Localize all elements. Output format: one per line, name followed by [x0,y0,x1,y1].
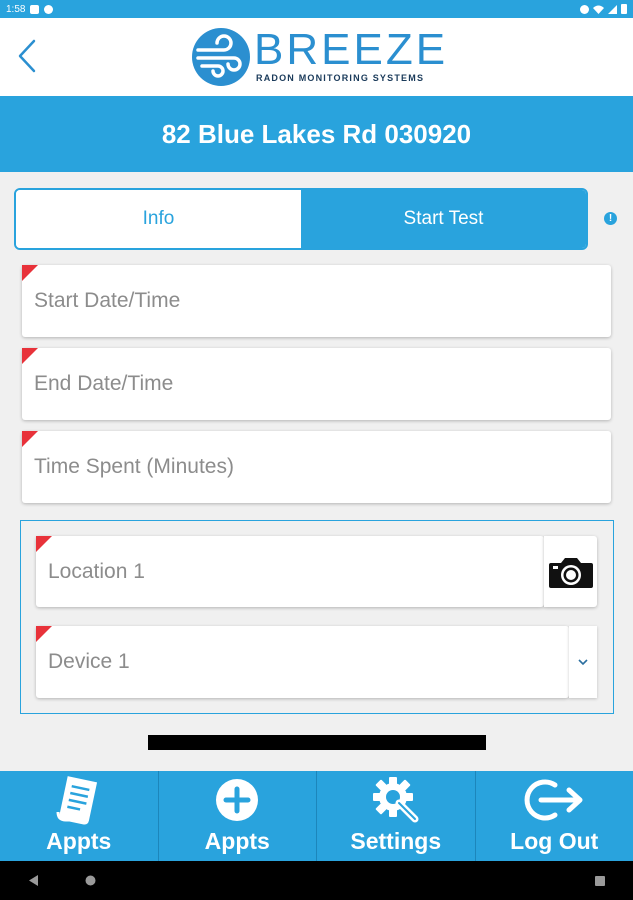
device-field[interactable]: Device 1 [36,626,569,698]
device-placeholder: Device 1 [48,650,130,673]
logout-icon [524,779,583,821]
wifi-icon [593,5,604,14]
end-datetime-placeholder: End Date/Time [34,372,174,395]
notification-icon [30,4,40,14]
tab-info[interactable]: Info [16,190,301,248]
location-icon [580,4,589,14]
nav-appts-list-label: Appts [46,828,112,854]
wind-logo-icon [192,28,250,86]
chevron-down-icon [578,658,588,665]
status-time: 1:58 [6,3,26,15]
home-circle-icon [85,875,95,886]
system-recents-button[interactable] [580,861,620,900]
breeze-logo: BREEZE RADON MONITORING SYSTEMS [190,26,450,88]
start-datetime-placeholder: Start Date/Time [34,289,181,312]
location-placeholder: Location 1 [48,559,145,583]
nav-appts-add[interactable]: Appts [159,771,317,861]
battery-icon [621,4,627,14]
time-spent-field[interactable]: Time Spent (Minutes) [22,431,611,503]
system-nav-bar [0,861,633,900]
nav-appts-add-label: Appts [204,828,270,854]
system-back-button[interactable] [14,861,54,900]
bottom-nav: Appts Appts Settings Log Out [0,771,633,861]
nav-logout[interactable]: Log Out [476,771,633,861]
recents-square-icon [595,875,605,886]
start-datetime-field[interactable]: Start Date/Time [22,265,611,337]
document-list-icon [56,776,97,825]
location-field[interactable]: Location 1 [36,536,544,607]
logo-wordmark: BREEZE [254,25,449,74]
title-bar: 82 Blue Lakes Rd 030920 [0,96,633,172]
time-spent-placeholder: Time Spent (Minutes) [34,455,234,478]
system-home-button[interactable] [70,861,110,900]
gear-wrench-icon [372,777,419,823]
logo-subtitle: RADON MONITORING SYSTEMS [256,73,425,83]
nav-settings[interactable]: Settings [317,771,476,861]
tab-bar: Info Start Test [14,188,588,250]
back-triangle-icon [29,875,38,886]
camera-button[interactable] [544,536,597,607]
page-title: 82 Blue Lakes Rd 030920 [161,118,472,149]
signal-icon [608,4,617,14]
sync-icon [44,4,54,14]
nav-settings-label: Settings [350,828,442,854]
redacted-bar [148,735,486,750]
status-bar: 1:58 [0,0,633,18]
device-dropdown-button[interactable] [569,626,597,698]
nav-appts-list[interactable]: Appts [0,771,159,861]
plus-circle-icon [216,779,259,821]
camera-icon [548,557,593,588]
back-button[interactable] [12,36,42,76]
end-datetime-field[interactable]: End Date/Time [22,348,611,420]
info-badge-icon[interactable]: ! [604,212,617,225]
app-header: BREEZE RADON MONITORING SYSTEMS [0,18,633,96]
nav-logout-label: Log Out [510,828,599,854]
chevron-left-icon [18,39,36,73]
tab-start-test[interactable]: Start Test [301,190,586,248]
